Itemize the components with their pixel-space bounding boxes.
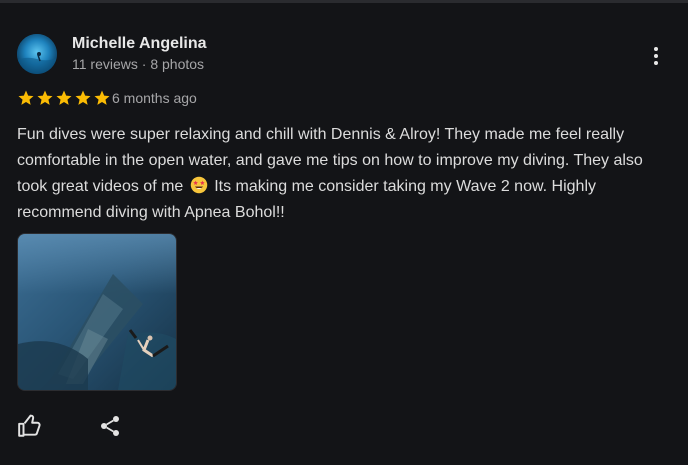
star-icon [18, 90, 34, 105]
review-card: Michelle Angelina 11 reviews · 8 photos … [0, 0, 688, 465]
review-text: Fun dives were super relaxing and chill … [17, 122, 677, 226]
reviewer-meta: 11 reviews · 8 photos [72, 56, 205, 72]
like-button[interactable] [15, 411, 45, 441]
star-icon [75, 90, 91, 105]
share-button[interactable] [95, 411, 125, 441]
star-icon [37, 90, 53, 105]
star-struck-emoji-icon [190, 176, 208, 194]
more-vert-icon [654, 47, 658, 51]
star-rating [17, 89, 111, 107]
avatar[interactable] [17, 34, 57, 74]
review-time: 6 months ago [112, 90, 197, 106]
reviewer-name[interactable]: Michelle Angelina [72, 35, 207, 53]
share-icon [101, 416, 119, 436]
star-icon [56, 90, 72, 105]
review-photo[interactable] [17, 233, 177, 391]
star-icon [94, 90, 110, 105]
thumbs-up-icon [18, 414, 41, 437]
more-options-button[interactable] [640, 40, 672, 72]
